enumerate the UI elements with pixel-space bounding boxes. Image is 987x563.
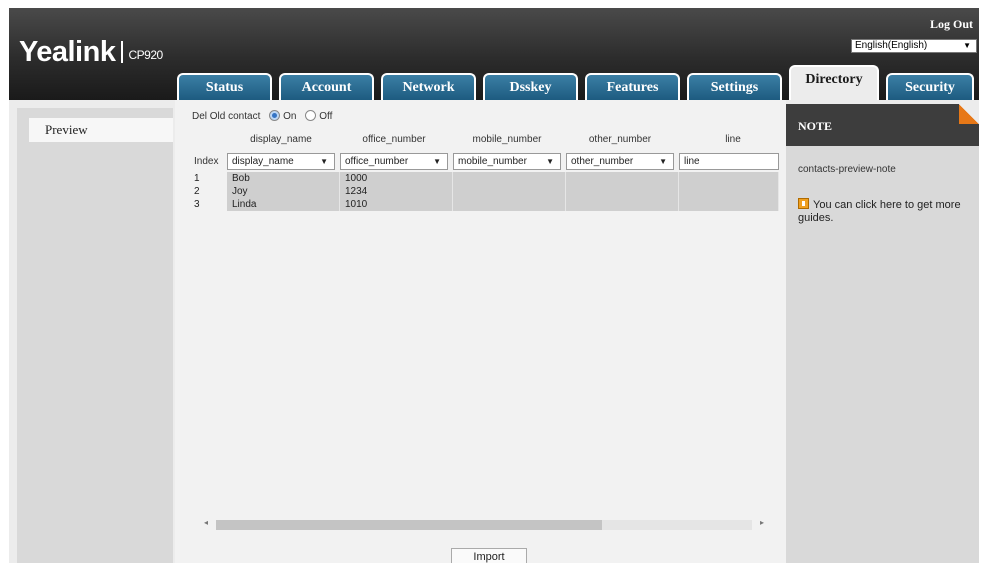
tab-account[interactable]: Account	[279, 73, 374, 100]
select-value: mobile_number	[458, 156, 527, 167]
cell-display-name: Bob	[227, 172, 340, 185]
logout-link[interactable]: Log Out	[930, 17, 973, 32]
chevron-down-icon: ▼	[433, 157, 441, 166]
row-index: 1	[194, 173, 200, 184]
tab-settings[interactable]: Settings	[687, 73, 782, 100]
select-value: display_name	[232, 156, 294, 167]
radio-on-label: On	[283, 111, 297, 122]
header-bar: Yealink CP920 Log Out English(English) ▼ …	[9, 8, 979, 100]
input-value: line	[684, 156, 700, 167]
language-select[interactable]: English(English) ▼	[851, 39, 977, 53]
contacts-table: 1 Bob 1000 2 Joy 1234 3 Linda 1010	[192, 172, 782, 211]
column-header-line: line	[725, 134, 741, 145]
scrollbar-thumb[interactable]	[216, 520, 602, 530]
note-id-text: contacts-preview-note	[798, 164, 896, 175]
cell-other-number	[566, 172, 679, 185]
contacts-preview-panel: Del Old contact On Off display_name offi…	[175, 100, 786, 563]
cell-mobile-number	[453, 172, 566, 185]
cell-display-name: Linda	[227, 198, 340, 211]
index-label: Index	[194, 156, 219, 167]
cell-line	[679, 185, 779, 198]
chevron-down-icon: ▼	[320, 157, 328, 166]
cell-line	[679, 172, 779, 185]
model-name: CP920	[128, 48, 163, 62]
column-select-mobile-number[interactable]: mobile_number ▼	[453, 153, 561, 170]
column-header-other-number: other_number	[588, 134, 652, 145]
cell-line	[679, 198, 779, 211]
column-header-office-number: office_number	[362, 134, 426, 145]
scroll-left-icon[interactable]: ◂	[204, 518, 208, 527]
cell-mobile-number	[453, 185, 566, 198]
table-row: 3 Linda 1010	[192, 198, 782, 211]
column-select-office-number[interactable]: office_number ▼	[340, 153, 448, 170]
select-value: office_number	[345, 156, 409, 167]
cell-mobile-number	[453, 198, 566, 211]
chevron-down-icon: ▼	[659, 157, 667, 166]
logo-separator	[121, 41, 124, 63]
del-old-contact-row: Del Old contact On Off	[192, 110, 332, 124]
guide-text: You can click here to get more guides.	[798, 199, 961, 224]
brand-name: Yealink	[19, 36, 116, 68]
note-title: NOTE	[798, 119, 833, 133]
note-corner-decoration	[959, 104, 979, 124]
language-select-value: English(English)	[855, 40, 928, 51]
column-select-other-number[interactable]: other_number ▼	[566, 153, 674, 170]
column-select-display-name[interactable]: display_name ▼	[227, 153, 335, 170]
yealink-logo: Yealink CP920	[19, 36, 163, 69]
import-button[interactable]: Import	[451, 548, 527, 563]
column-input-line[interactable]: line	[679, 153, 779, 170]
cell-office-number: 1234	[340, 185, 453, 198]
tab-directory[interactable]: Directory	[789, 65, 879, 100]
radio-off[interactable]	[305, 110, 317, 121]
note-panel: NOTE contacts-preview-note You can click…	[786, 104, 979, 563]
row-index: 2	[194, 186, 200, 197]
chevron-down-icon: ▼	[546, 157, 554, 166]
tab-features[interactable]: Features	[585, 73, 680, 100]
select-value: other_number	[571, 156, 634, 167]
horizontal-scrollbar[interactable]: ◂ ▸	[202, 518, 766, 532]
guide-book-icon	[798, 198, 809, 209]
web-ui-frame: Yealink CP920 Log Out English(English) ▼ …	[9, 8, 979, 563]
radio-on[interactable]	[269, 110, 281, 121]
cell-office-number: 1010	[340, 198, 453, 211]
tab-status[interactable]: Status	[177, 73, 272, 100]
del-old-contact-label: Del Old contact	[192, 111, 261, 122]
tab-dsskey[interactable]: Dsskey	[483, 73, 578, 100]
row-index: 3	[194, 199, 200, 210]
scroll-right-icon[interactable]: ▸	[760, 518, 764, 527]
tab-network[interactable]: Network	[381, 73, 476, 100]
guide-link[interactable]: You can click here to get more guides.	[798, 198, 970, 225]
chevron-down-icon: ▼	[963, 41, 971, 50]
sidebar-item-preview[interactable]: Preview	[29, 118, 173, 142]
column-header-display-name: display_name	[250, 134, 312, 145]
sidebar: Preview	[17, 108, 173, 563]
cell-other-number	[566, 198, 679, 211]
table-row: 1 Bob 1000	[192, 172, 782, 185]
column-header-mobile-number: mobile_number	[472, 134, 542, 145]
cell-display-name: Joy	[227, 185, 340, 198]
note-header: NOTE	[786, 104, 979, 146]
tab-security[interactable]: Security	[886, 73, 974, 100]
cell-other-number	[566, 185, 679, 198]
radio-off-label: Off	[319, 111, 333, 122]
table-row: 2 Joy 1234	[192, 185, 782, 198]
cell-office-number: 1000	[340, 172, 453, 185]
